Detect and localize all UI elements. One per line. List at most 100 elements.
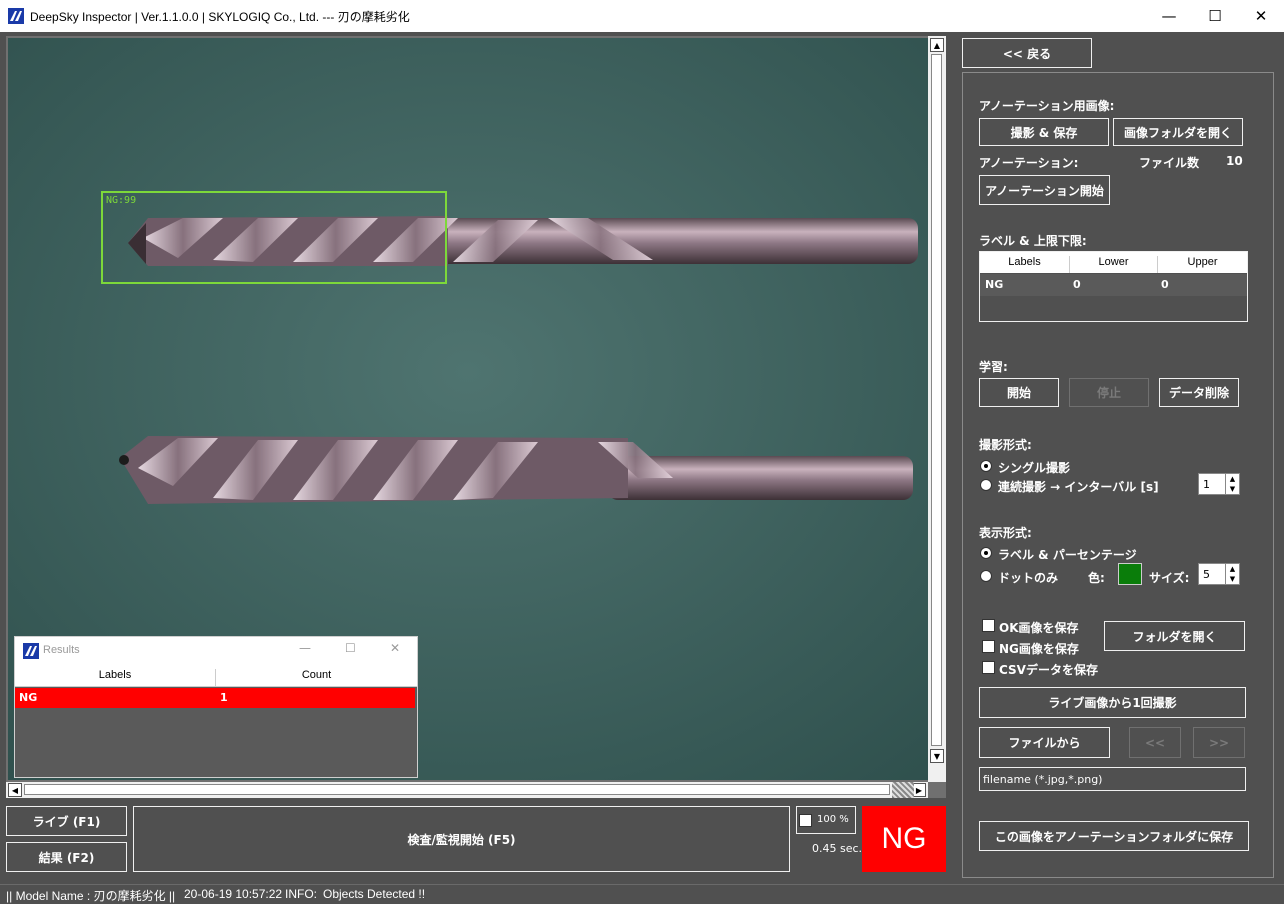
size-label: サイズ:	[1149, 571, 1190, 585]
status-bar: || Model Name : 刃の摩耗劣化 || 20-06-19 10:57…	[0, 884, 1284, 904]
results-col-count[interactable]: Count	[216, 669, 417, 681]
zoom-checkbox[interactable]	[799, 814, 812, 827]
from-file-button[interactable]: ファイルから	[979, 727, 1110, 758]
save-ng-label: NG画像を保存	[999, 642, 1079, 656]
inspect-start-button[interactable]: 検査/監視開始 (F5)	[133, 806, 790, 872]
training-heading: 学習:	[979, 360, 1008, 374]
open-folder-button[interactable]: フォルダを開く	[1104, 621, 1245, 651]
results-col-labels[interactable]: Labels	[15, 669, 216, 687]
results-row[interactable]: NG 1	[15, 688, 415, 708]
maximize-button[interactable]: ☐	[1192, 0, 1238, 32]
upper-drill	[128, 216, 918, 266]
result-button[interactable]: 結果 (F2)	[6, 842, 127, 872]
results-title-bar: Results — ☐ ✕	[15, 637, 417, 665]
size-stepper[interactable]: 5 ▲ ▼	[1198, 563, 1240, 585]
results-window: Results — ☐ ✕ Labels Count NG 1	[14, 636, 418, 778]
label-percentage-radio[interactable]	[980, 547, 992, 559]
open-image-folder-button[interactable]: 画像フォルダを開く	[1113, 118, 1243, 146]
prev-image-button[interactable]: <<	[1129, 727, 1181, 758]
spin-up-icon[interactable]: ▲	[1225, 474, 1239, 484]
save-ok-label: OK画像を保存	[999, 621, 1079, 635]
vertical-scroll-thumb[interactable]	[931, 54, 942, 746]
status-info-label: INFO:	[285, 887, 317, 901]
interval-value: 1	[1203, 478, 1210, 491]
close-button[interactable]: ✕	[1238, 0, 1284, 32]
results-table-header: Labels Count	[15, 665, 417, 687]
results-maximize-icon[interactable]: ☐	[345, 641, 356, 655]
train-start-button[interactable]: 開始	[979, 378, 1059, 407]
color-label: 色:	[1088, 571, 1105, 585]
scroll-up-icon[interactable]: ▲	[930, 38, 944, 52]
horizontal-scrollbar[interactable]: ◀ ▶	[6, 782, 928, 798]
continuous-capture-radio[interactable]	[980, 479, 992, 491]
continuous-capture-label: 連続撮影 → インターバル [s]	[998, 480, 1159, 494]
capture-mode-heading: 撮影形式:	[979, 438, 1032, 452]
back-button[interactable]: << 戻る	[962, 38, 1092, 68]
label-limits-heading: ラベル & 上限下限:	[979, 234, 1087, 248]
save-csv-label: CSVデータを保存	[999, 663, 1098, 677]
dot-only-radio[interactable]	[980, 570, 992, 582]
zoom-toggle[interactable]: 100 %	[796, 806, 856, 834]
label-table-header: Labels Lower Upper	[980, 252, 1247, 273]
row-upper[interactable]: 0	[1161, 278, 1169, 291]
label-percentage-label: ラベル & パーセンテージ	[998, 548, 1137, 562]
next-image-button[interactable]: >>	[1193, 727, 1245, 758]
label-table-row[interactable]: NG 0 0	[980, 274, 1247, 296]
results-row-count: 1	[220, 691, 228, 704]
col-lower[interactable]: Lower	[1070, 256, 1158, 273]
scroll-right-icon[interactable]: ▶	[912, 783, 926, 797]
detection-label: NG:99	[106, 195, 136, 206]
interval-stepper[interactable]: 1 ▲ ▼	[1198, 473, 1240, 495]
color-picker[interactable]	[1118, 563, 1142, 585]
app-logo-icon	[8, 8, 24, 24]
delete-data-button[interactable]: データ削除	[1159, 378, 1239, 407]
label-limits-table: Labels Lower Upper NG 0 0	[979, 251, 1248, 322]
minimize-button[interactable]: —	[1146, 0, 1192, 32]
save-csv-checkbox[interactable]	[982, 661, 995, 674]
save-ng-checkbox[interactable]	[982, 640, 995, 653]
results-app-icon	[23, 643, 39, 659]
filename-field[interactable]: filename (*.jpg,*.png)	[979, 767, 1246, 791]
dot-only-label: ドットのみ	[998, 571, 1059, 585]
annotation-images-heading: アノーテーション用画像:	[979, 99, 1115, 113]
spin-down-icon[interactable]: ▼	[1225, 574, 1239, 584]
file-count-label: ファイル数	[1139, 156, 1200, 170]
spin-down-icon[interactable]: ▼	[1225, 484, 1239, 494]
capture-from-live-button[interactable]: ライブ画像から1回撮影	[979, 687, 1246, 718]
results-minimize-icon[interactable]: —	[299, 641, 311, 655]
window-title: DeepSky Inspector | Ver.1.1.0.0 | SKYLOG…	[30, 10, 410, 24]
horizontal-scroll-thumb[interactable]	[24, 784, 890, 795]
row-lower[interactable]: 0	[1073, 278, 1081, 291]
size-value: 5	[1203, 568, 1210, 581]
capture-save-button[interactable]: 撮影 & 保存	[979, 118, 1109, 146]
status-info-text: Objects Detected !!	[323, 887, 426, 901]
save-ok-checkbox[interactable]	[982, 619, 995, 632]
elapsed-time: 0.45 sec.	[812, 842, 863, 855]
scroll-down-icon[interactable]: ▼	[930, 749, 944, 763]
vertical-scrollbar[interactable]: ▲ ▼	[928, 36, 946, 782]
resize-grip-icon[interactable]	[892, 782, 914, 798]
results-row-label: NG	[19, 691, 38, 704]
live-button[interactable]: ライブ (F1)	[6, 806, 127, 836]
zoom-label: 100 %	[817, 814, 849, 825]
verdict-indicator: NG	[862, 806, 946, 872]
save-to-annotation-button[interactable]: この画像をアノーテーションフォルダに保存	[979, 821, 1249, 851]
app-window: DeepSky Inspector | Ver.1.1.0.0 | SKYLOG…	[0, 0, 1284, 904]
single-capture-label: シングル撮影	[998, 461, 1071, 475]
col-upper[interactable]: Upper	[1158, 256, 1247, 268]
results-close-icon[interactable]: ✕	[390, 641, 400, 655]
status-model-name: || Model Name : 刃の摩耗劣化 ||	[6, 889, 176, 903]
spin-up-icon[interactable]: ▲	[1225, 564, 1239, 574]
title-bar: DeepSky Inspector | Ver.1.1.0.0 | SKYLOG…	[0, 0, 1284, 32]
file-count-value: 10	[1226, 154, 1243, 168]
display-mode-heading: 表示形式:	[979, 526, 1032, 540]
row-label: NG	[985, 278, 1004, 291]
results-title: Results	[43, 644, 80, 656]
annotation-heading: アノーテーション:	[979, 156, 1079, 170]
train-stop-button[interactable]: 停止	[1069, 378, 1149, 407]
single-capture-radio[interactable]	[980, 460, 992, 472]
start-annotation-button[interactable]: アノーテーション開始	[979, 175, 1110, 205]
scroll-left-icon[interactable]: ◀	[8, 783, 22, 797]
col-labels[interactable]: Labels	[980, 256, 1070, 273]
status-timestamp: 20-06-19 10:57:22	[184, 887, 283, 901]
